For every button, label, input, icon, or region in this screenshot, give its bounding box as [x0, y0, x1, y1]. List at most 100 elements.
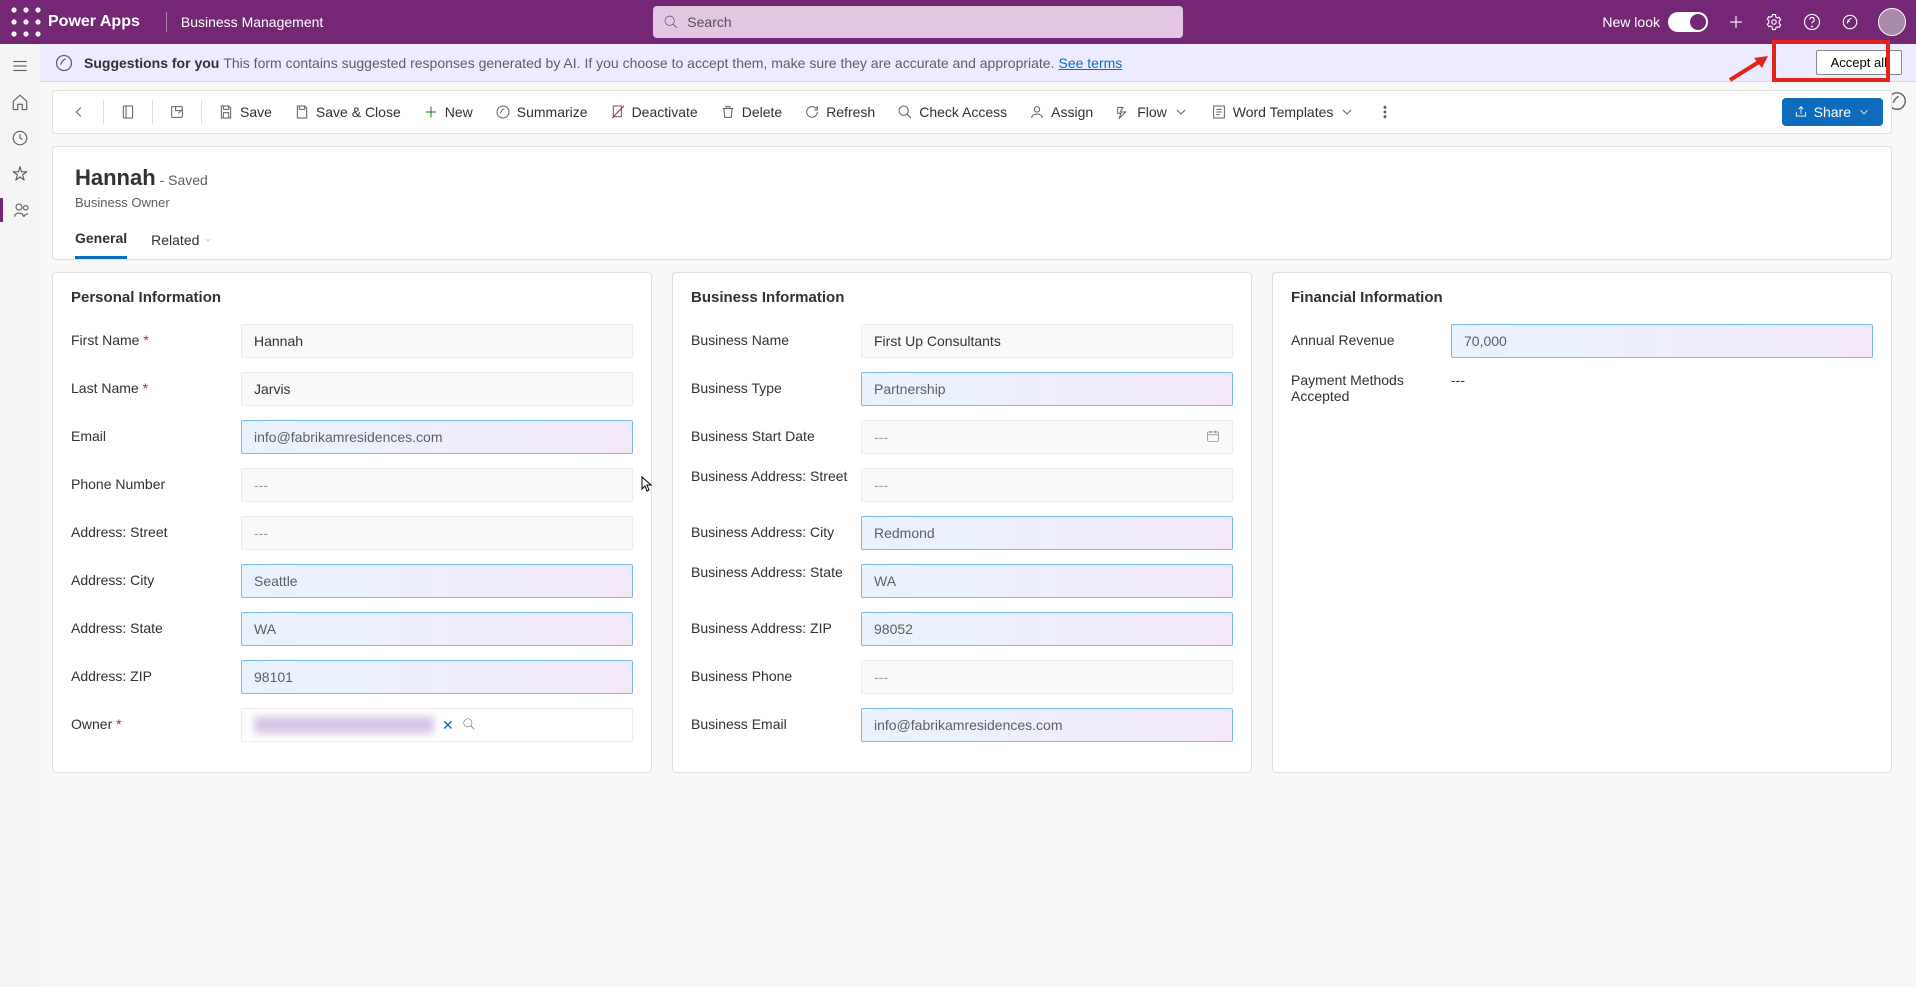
summarize-button[interactable]: Summarize — [485, 98, 598, 126]
field-biz-zip: Business Address: ZIP 98052 — [691, 612, 1233, 646]
section-business: Business Information Business Name First… — [672, 272, 1252, 773]
search-input[interactable]: Search — [653, 6, 1183, 38]
value-pay-methods[interactable]: --- — [1451, 372, 1873, 388]
back-button[interactable] — [61, 98, 97, 126]
input-addr-street[interactable]: --- — [241, 516, 633, 550]
refresh-label: Refresh — [826, 104, 875, 120]
save-close-button[interactable]: Save & Close — [284, 98, 411, 126]
search-lookup-icon[interactable] — [462, 717, 476, 734]
input-last-name[interactable]: Jarvis — [241, 372, 633, 406]
calendar-icon[interactable] — [1206, 429, 1220, 446]
people-icon[interactable] — [0, 198, 40, 222]
suggestions-bar: Suggestions for you This form contains s… — [40, 44, 1916, 82]
field-phone: Phone Number --- — [71, 468, 633, 502]
left-nav-rail — [0, 44, 40, 987]
input-owner[interactable]: ✕ — [241, 708, 633, 742]
check-access-button[interactable]: Check Access — [887, 98, 1017, 126]
refresh-button[interactable]: Refresh — [794, 98, 885, 126]
field-last-name: Last Name * Jarvis — [71, 372, 633, 406]
input-biz-name[interactable]: First Up Consultants — [861, 324, 1233, 358]
section-title: Business Information — [691, 289, 1233, 306]
input-biz-state[interactable]: WA — [861, 564, 1233, 598]
input-addr-state[interactable]: WA — [241, 612, 633, 646]
tab-general[interactable]: General — [75, 230, 127, 259]
biz-start-value: --- — [874, 429, 888, 445]
input-biz-email[interactable]: info@fabrikamresidences.com — [861, 708, 1233, 742]
share-button[interactable]: Share — [1782, 98, 1883, 126]
flow-button[interactable]: Flow — [1105, 98, 1199, 126]
copilot-icon[interactable] — [1840, 12, 1860, 32]
label-first-name: First Name * — [71, 324, 241, 348]
search-wrap: Search — [653, 6, 1183, 38]
owner-lookup-pill: ✕ — [254, 716, 476, 734]
pinned-icon[interactable] — [8, 162, 32, 186]
help-icon[interactable] — [1802, 12, 1822, 32]
clear-owner-icon[interactable]: ✕ — [442, 717, 454, 734]
add-icon[interactable] — [1726, 12, 1746, 32]
recent-icon[interactable] — [8, 126, 32, 150]
home-icon[interactable] — [8, 90, 32, 114]
see-terms-link[interactable]: See terms — [1058, 55, 1122, 71]
field-biz-city: Business Address: City Redmond — [691, 516, 1233, 550]
new-button[interactable]: New — [413, 98, 483, 126]
open-record-set-button[interactable] — [110, 98, 146, 126]
label-biz-street: Business Address: Street — [691, 468, 861, 484]
main-area: Suggestions for you This form contains s… — [40, 44, 1916, 987]
owner-value-redacted — [254, 716, 434, 734]
open-new-window-button[interactable] — [159, 98, 195, 126]
label-biz-phone: Business Phone — [691, 660, 861, 684]
chevron-down-icon — [1339, 104, 1355, 120]
save-button[interactable]: Save — [208, 98, 282, 126]
input-biz-street[interactable]: --- — [861, 468, 1233, 502]
field-revenue: Annual Revenue 70,000 — [1291, 324, 1873, 358]
command-bar: Save Save & Close New Summarize Deactiva… — [52, 90, 1892, 134]
divider — [103, 100, 104, 124]
deactivate-button[interactable]: Deactivate — [600, 98, 708, 126]
assign-label: Assign — [1051, 104, 1093, 120]
tab-related[interactable]: Related — [151, 230, 213, 259]
hamburger-icon[interactable] — [8, 54, 32, 78]
section-title: Personal Information — [71, 289, 633, 306]
input-biz-city[interactable]: Redmond — [861, 516, 1233, 550]
area-title[interactable]: Business Management — [181, 14, 323, 30]
label-biz-zip: Business Address: ZIP — [691, 612, 861, 636]
label-email: Email — [71, 420, 241, 444]
input-biz-start[interactable]: --- — [861, 420, 1233, 454]
input-first-name[interactable]: Hannah — [241, 324, 633, 358]
toggle-switch[interactable] — [1668, 12, 1708, 32]
divider — [152, 100, 153, 124]
assign-button[interactable]: Assign — [1019, 98, 1103, 126]
field-addr-city: Address: City Seattle — [71, 564, 633, 598]
app-launcher-icon[interactable] — [10, 6, 42, 38]
input-biz-type[interactable]: Partnership — [861, 372, 1233, 406]
more-commands-button[interactable] — [1367, 98, 1403, 126]
input-email[interactable]: info@fabrikamresidences.com — [241, 420, 633, 454]
input-addr-city[interactable]: Seattle — [241, 564, 633, 598]
new-label: New — [445, 104, 473, 120]
suggestions-title: Suggestions for you — [84, 55, 219, 71]
new-look-label: New look — [1602, 14, 1660, 30]
word-templates-button[interactable]: Word Templates — [1201, 98, 1366, 126]
field-biz-street: Business Address: Street --- — [691, 468, 1233, 502]
user-avatar[interactable] — [1878, 8, 1906, 36]
content-area: Save Save & Close New Summarize Deactiva… — [52, 90, 1892, 987]
top-bar: Power Apps Business Management Search Ne… — [0, 0, 1916, 44]
accept-all-button[interactable]: Accept all — [1816, 50, 1902, 75]
input-addr-zip[interactable]: 98101 — [241, 660, 633, 694]
field-addr-street: Address: Street --- — [71, 516, 633, 550]
divider — [166, 12, 167, 32]
input-biz-zip[interactable]: 98052 — [861, 612, 1233, 646]
delete-button[interactable]: Delete — [710, 98, 792, 126]
input-biz-phone[interactable]: --- — [861, 660, 1233, 694]
chevron-down-icon — [203, 235, 213, 245]
record-saved-label: - Saved — [160, 172, 208, 188]
field-biz-phone: Business Phone --- — [691, 660, 1233, 694]
new-look-toggle[interactable]: New look — [1602, 12, 1708, 32]
settings-icon[interactable] — [1764, 12, 1784, 32]
input-revenue[interactable]: 70,000 — [1451, 324, 1873, 358]
word-templates-label: Word Templates — [1233, 104, 1334, 120]
input-phone[interactable]: --- — [241, 468, 633, 502]
chevron-down-icon — [1857, 105, 1871, 119]
label-biz-city: Business Address: City — [691, 516, 861, 540]
copilot-badge-icon — [54, 53, 74, 73]
